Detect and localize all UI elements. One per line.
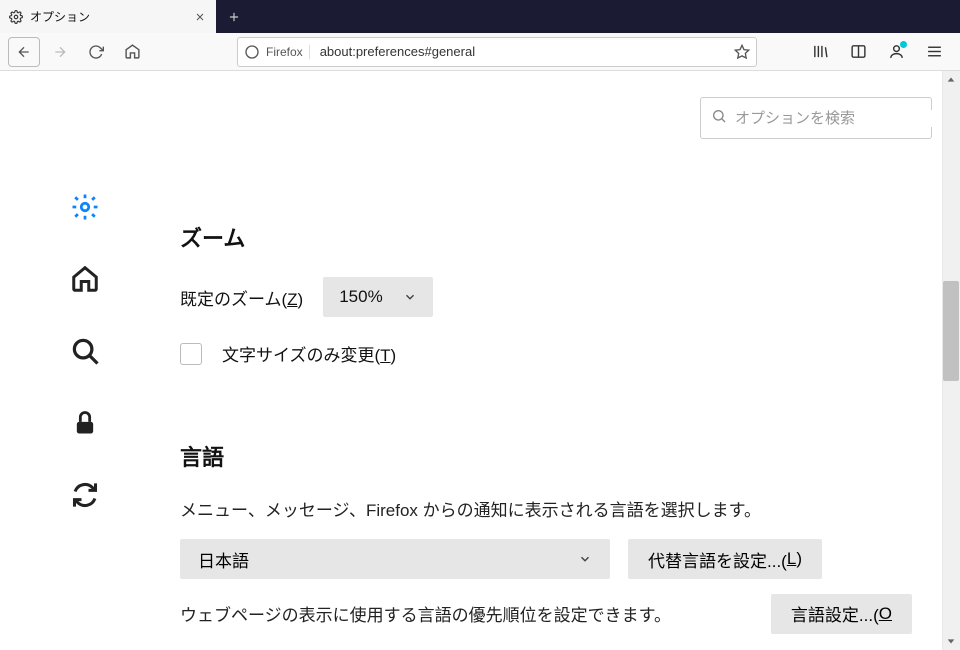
default-zoom-select[interactable]: 150% [323,277,432,317]
urlbar-origin: Firefox [266,45,310,59]
tab-active[interactable]: オプション [0,0,216,33]
urlbar-input[interactable] [320,44,728,59]
preferences-search-input[interactable] [735,110,934,127]
ui-language-value: 日本語 [198,547,249,572]
forward-button [44,37,76,67]
language-heading: 言語 [180,440,930,472]
sidebar-toggle-icon[interactable] [844,38,872,66]
preferences-search[interactable] [700,97,932,139]
scroll-down-icon[interactable] [942,632,960,650]
default-zoom-label: 既定のズーム(Z) [180,285,303,310]
menu-icon[interactable] [920,38,948,66]
notification-dot [900,41,907,48]
scrollbar-thumb[interactable] [943,281,959,381]
language-preferences-button[interactable]: 言語設定...(O [771,594,912,634]
chevron-down-icon [578,552,592,566]
toolbar-right [806,38,952,66]
reload-button[interactable] [80,37,112,67]
bookmark-star-icon[interactable] [734,44,750,60]
account-icon[interactable] [882,38,910,66]
new-tab-button[interactable] [216,0,252,33]
tab-title: オプション [30,8,186,25]
sidebar-item-sync[interactable] [69,479,101,511]
home-button[interactable] [116,37,148,67]
default-zoom-value: 150% [339,287,382,307]
firefox-icon [244,44,260,60]
sidebar-item-search[interactable] [69,335,101,367]
tab-bar: オプション [0,0,960,33]
sidebar-item-general[interactable] [69,191,101,223]
text-zoom-only-row: 文字サイズのみ変更(T) [180,341,930,366]
chevron-down-icon [403,290,417,304]
gear-icon [8,9,24,25]
text-zoom-only-checkbox[interactable] [180,343,202,365]
scrollbar[interactable] [942,71,960,650]
search-icon [711,108,727,128]
preferences-content: ズーム 既定のズーム(Z) 150% 文字サイズのみ変更(T) 言語 メニュー、… [0,71,960,650]
webpage-language-desc: ウェブページの表示に使用する言語の優先順位を設定できます。 [180,601,671,626]
close-icon[interactable] [192,9,208,25]
sidebar-item-home[interactable] [69,263,101,295]
webpage-language-row: ウェブページの表示に使用する言語の優先順位を設定できます。 言語設定...(O [180,601,930,626]
preferences-sidebar [0,71,170,650]
back-button[interactable] [8,37,40,67]
default-zoom-row: 既定のズーム(Z) 150% [180,277,930,317]
url-bar[interactable]: Firefox [237,37,757,67]
library-icon[interactable] [806,38,834,66]
zoom-heading: ズーム [180,221,930,253]
language-row: 日本語 代替言語を設定...(L) [180,539,930,579]
nav-toolbar: Firefox [0,33,960,71]
language-desc: メニュー、メッセージ、Firefox からの通知に表示される言語を選択します。 [180,496,930,521]
set-alternate-language-button[interactable]: 代替言語を設定...(L) [628,539,822,579]
sidebar-item-privacy[interactable] [69,407,101,439]
preferences-main: ズーム 既定のズーム(Z) 150% 文字サイズのみ変更(T) 言語 メニュー、… [170,71,930,650]
text-zoom-only-label: 文字サイズのみ変更(T) [222,341,396,366]
ui-language-select[interactable]: 日本語 [180,539,610,579]
scroll-up-icon[interactable] [942,71,960,89]
